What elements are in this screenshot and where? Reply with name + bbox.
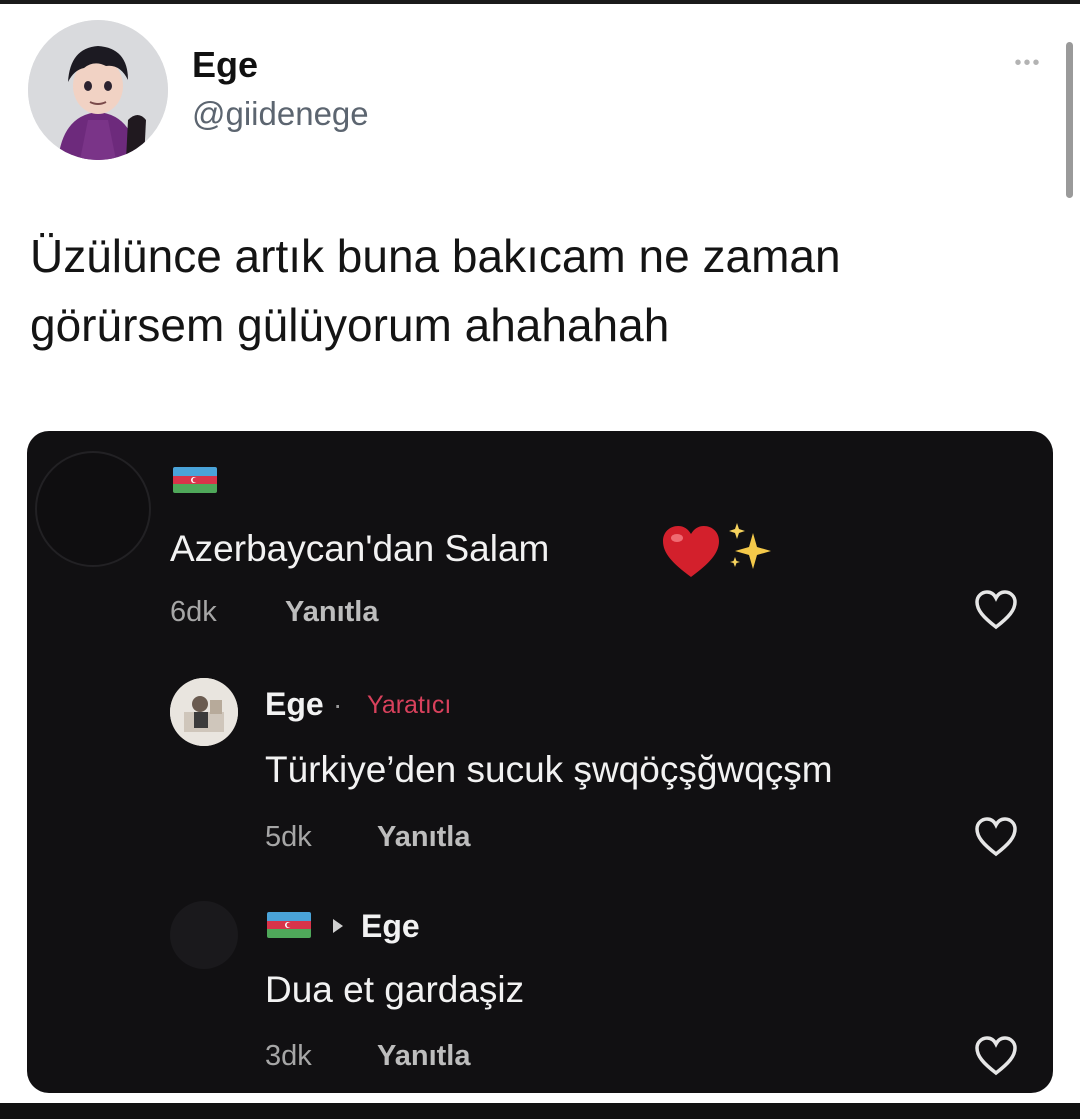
- comment-text: Azerbaycan'dan Salam: [170, 528, 550, 569]
- reply-button[interactable]: Yanıtla: [377, 1040, 471, 1073]
- azerbaijan-flag-icon: [173, 467, 217, 493]
- reply-button[interactable]: Yanıtla: [285, 596, 379, 629]
- heart-outline-icon[interactable]: [973, 816, 1019, 858]
- tweet-author-name[interactable]: Ege: [192, 44, 258, 86]
- commenter-avatar[interactable]: [170, 901, 238, 969]
- heart-outline-icon[interactable]: [973, 589, 1019, 631]
- separator-dot: ·: [333, 689, 343, 720]
- more-icon[interactable]: •••: [1003, 52, 1053, 74]
- reply-to-author[interactable]: Ege: [361, 908, 420, 945]
- reply-button[interactable]: Yanıtla: [377, 821, 471, 854]
- scrollbar[interactable]: [1066, 42, 1073, 198]
- creator-badge: Yaratıcı: [367, 691, 452, 719]
- red-heart-emoji: [663, 526, 719, 577]
- tweet-author-handle[interactable]: @giidenege: [192, 95, 369, 133]
- comment-text: Dua et gardaşiz: [265, 969, 525, 1010]
- tweet-text-line: Üzülünce artık buna bakıcam ne zaman: [30, 230, 841, 282]
- profile-avatar[interactable]: [28, 20, 168, 160]
- comment-time: 5dk: [265, 821, 312, 853]
- sparkles-emoji: [729, 523, 771, 569]
- creator-avatar[interactable]: [170, 678, 238, 746]
- top-border: [0, 0, 1080, 4]
- comment-time: 6dk: [170, 596, 217, 628]
- tweet-text: Üzülünce artık buna bakıcam ne zaman gör…: [30, 222, 1050, 360]
- heart-outline-icon[interactable]: [973, 1035, 1019, 1077]
- comment-time: 3dk: [265, 1040, 312, 1072]
- tweet-text-line: görürsem gülüyorum ahahahah: [30, 299, 670, 351]
- azerbaijan-flag-icon: [267, 912, 311, 938]
- bottom-border: [0, 1103, 1080, 1119]
- comment-text: Türkiye’den sucuk şwqöçşğwqçşm: [265, 749, 833, 790]
- commenter-avatar[interactable]: [35, 451, 151, 567]
- comment-author[interactable]: Ege: [265, 686, 324, 723]
- reply-arrow-icon: [333, 919, 343, 933]
- embedded-comments-screenshot[interactable]: Azerbaycan'dan Salam 6dk Yanıtla Ege · Y…: [27, 431, 1053, 1093]
